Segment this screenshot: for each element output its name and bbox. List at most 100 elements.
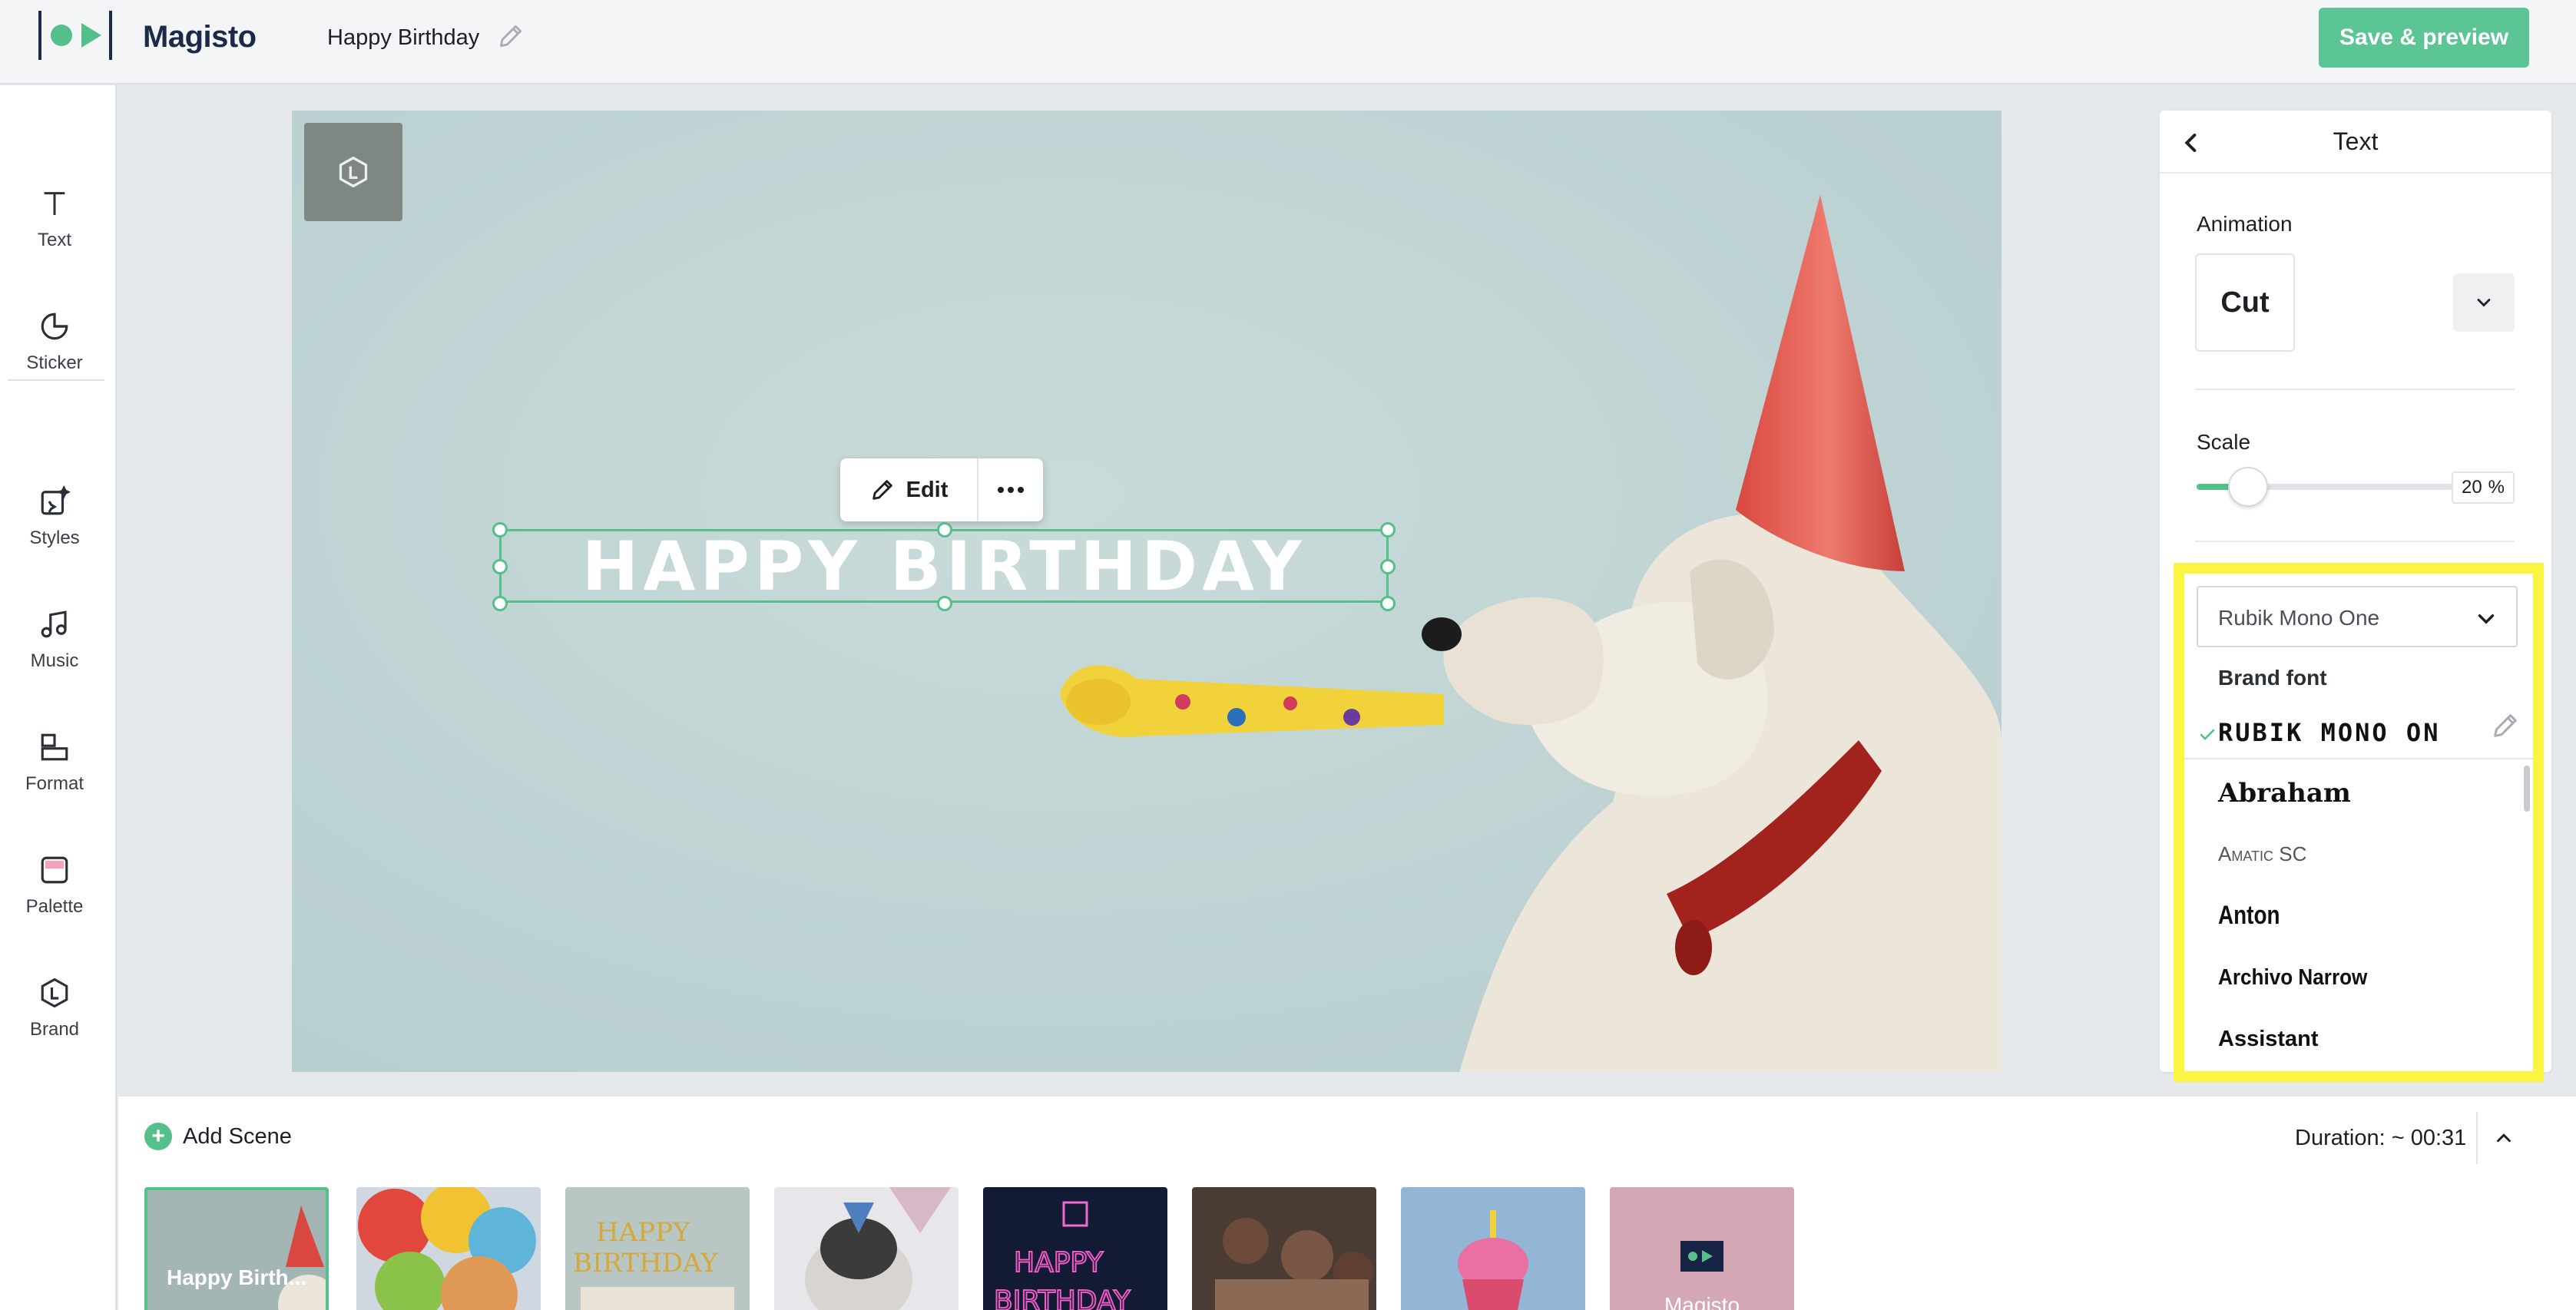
font-option-assistant[interactable]: Assistant xyxy=(2218,1027,2319,1052)
headline-text[interactable]: HAPPY BIRTHDAY xyxy=(502,527,1386,606)
resize-handle[interactable] xyxy=(1380,596,1396,611)
scale-label: Scale xyxy=(2197,430,2251,454)
text-edit-popover: Edit xyxy=(840,458,1043,521)
resize-handle[interactable] xyxy=(1380,559,1396,574)
magisto-logo-icon[interactable] xyxy=(38,11,112,60)
scene-thumbnail[interactable]: HAPPY BIRTHDAY xyxy=(565,1187,750,1310)
brand-icon xyxy=(339,156,368,188)
chevron-down-icon xyxy=(2478,614,2495,624)
resize-handle[interactable] xyxy=(492,522,508,538)
font-group-label: Brand font xyxy=(2218,666,2327,690)
panel-title: Text xyxy=(2333,127,2379,155)
chevron-up-icon xyxy=(2497,1133,2511,1143)
resize-handle[interactable] xyxy=(937,522,952,538)
tool-brand[interactable]: Brand xyxy=(0,958,109,1057)
svg-text:HAPPY: HAPPY xyxy=(596,1217,690,1248)
scene-thumbnail[interactable] xyxy=(774,1187,959,1310)
tool-sticker[interactable]: Sticker xyxy=(0,291,109,391)
balloons-image xyxy=(356,1187,541,1310)
scale-unit: % xyxy=(2488,477,2505,498)
left-toolbar: Text Sticker Styles Music Format Palette xyxy=(0,85,117,1310)
scene-thumbnail[interactable] xyxy=(1401,1187,1585,1310)
neon-birthday-image: HAPPY BIRTHDAY xyxy=(983,1187,1167,1310)
animation-dropdown-button[interactable] xyxy=(2453,273,2515,332)
pencil-icon[interactable] xyxy=(2490,710,2521,741)
font-option-anton[interactable]: Anton xyxy=(2218,901,2280,931)
video-canvas[interactable]: Edit HAPPY BIRTHDAY xyxy=(292,111,2002,1072)
font-dropdown-value: Rubik Mono One xyxy=(2218,606,2380,630)
format-icon xyxy=(36,729,73,766)
panel-header: Text xyxy=(2160,111,2551,174)
font-dropdown[interactable]: Rubik Mono One xyxy=(2197,586,2518,647)
scale-value-field[interactable]: 20 % xyxy=(2452,471,2515,504)
resize-handle[interactable] xyxy=(492,596,508,611)
svg-text:BIRTHDAY: BIRTHDAY xyxy=(994,1285,1131,1310)
tool-music[interactable]: Music xyxy=(0,589,109,689)
scenes-timeline: + Add Scene Duration: ~ 00:31 Happy Birt… xyxy=(118,1097,2576,1310)
scene-caption: Happy Birth... xyxy=(166,1265,306,1289)
add-scene-label: Add Scene xyxy=(183,1123,292,1149)
cupcake-image xyxy=(1401,1187,1585,1310)
font-list: Brand font RUBIK MONO ON Abraham Amatic … xyxy=(2184,650,2533,1071)
divider xyxy=(2195,389,2515,390)
brand-logo-placeholder[interactable] xyxy=(304,123,402,221)
tool-label: Format xyxy=(25,773,84,794)
scene-thumbnail[interactable] xyxy=(1192,1187,1376,1310)
brand-name: Magisto xyxy=(143,20,257,54)
plus-icon: + xyxy=(144,1123,172,1150)
scene-image xyxy=(147,1190,326,1310)
pencil-icon[interactable] xyxy=(496,22,525,51)
check-icon xyxy=(2200,729,2215,740)
scene-thumbnail[interactable] xyxy=(356,1187,541,1310)
brand-icon xyxy=(36,974,73,1011)
chevron-down-icon xyxy=(2477,299,2491,307)
tool-palette[interactable]: Palette xyxy=(0,835,109,935)
top-bar: Magisto Happy Birthday Save & preview xyxy=(0,0,2576,84)
scale-slider-thumb[interactable] xyxy=(2227,467,2268,507)
resize-handle[interactable] xyxy=(937,596,952,611)
duration-label: Duration: ~ 00:31 xyxy=(2295,1126,2467,1150)
animation-preview[interactable]: Cut xyxy=(2195,253,2295,352)
project-title[interactable]: Happy Birthday xyxy=(327,25,479,51)
divider xyxy=(2195,541,2515,542)
scale-slider[interactable] xyxy=(2197,467,2453,507)
music-icon xyxy=(36,606,73,643)
save-preview-button[interactable]: Save & preview xyxy=(2319,8,2529,68)
resize-handle[interactable] xyxy=(1380,522,1396,538)
tool-text[interactable]: Text xyxy=(0,168,109,268)
animation-label: Animation xyxy=(2197,212,2293,236)
font-option-archivo-narrow[interactable]: Archivo Narrow xyxy=(2218,965,2367,991)
add-scene-button[interactable]: + Add Scene xyxy=(144,1123,292,1150)
headline-text-selection[interactable]: HAPPY BIRTHDAY xyxy=(492,522,1396,611)
resize-handle[interactable] xyxy=(492,559,508,574)
font-option-amatic-sc[interactable]: Amatic SC xyxy=(2218,842,2306,866)
pencil-icon xyxy=(872,480,892,500)
tool-label: Brand xyxy=(29,1019,80,1040)
scene-thumbnail[interactable]: Magisto xyxy=(1610,1187,1794,1310)
text-icon xyxy=(36,185,73,222)
palette-icon xyxy=(36,852,73,888)
toolbar-divider xyxy=(8,379,104,381)
scene-caption: Magisto xyxy=(1664,1293,1740,1310)
tool-label: Palette xyxy=(25,896,84,917)
scene-thumbnail[interactable]: HAPPY BIRTHDAY xyxy=(983,1187,1167,1310)
scene-thumbnail[interactable]: Happy Birth... xyxy=(144,1187,329,1310)
font-selector-highlight: Rubik Mono One Brand font RUBIK MONO ON … xyxy=(2174,563,2544,1082)
edit-label: Edit xyxy=(906,477,949,502)
collapse-timeline-button[interactable] xyxy=(2476,1112,2530,1164)
tool-format[interactable]: Format xyxy=(0,712,109,812)
scrollbar[interactable] xyxy=(2524,766,2530,812)
dog-with-hat-image xyxy=(774,1187,959,1310)
tool-label: Sticker xyxy=(26,352,83,373)
svg-text:BIRTHDAY: BIRTHDAY xyxy=(573,1248,718,1279)
font-option-abraham[interactable]: Abraham xyxy=(2218,778,2351,809)
tool-styles[interactable]: Styles xyxy=(0,466,109,566)
family-party-image xyxy=(1192,1187,1376,1310)
list-divider xyxy=(2184,758,2533,759)
more-options-button[interactable] xyxy=(978,458,1043,521)
happy-birthday-letters-image: HAPPYBIRTHDAY xyxy=(565,1187,750,1310)
font-option-rubik-mono-one[interactable]: RUBIK MONO ON xyxy=(2218,718,2525,747)
magisto-outro-image xyxy=(1610,1187,1794,1310)
edit-text-button[interactable]: Edit xyxy=(840,458,978,521)
scale-value: 20 xyxy=(2461,477,2482,498)
